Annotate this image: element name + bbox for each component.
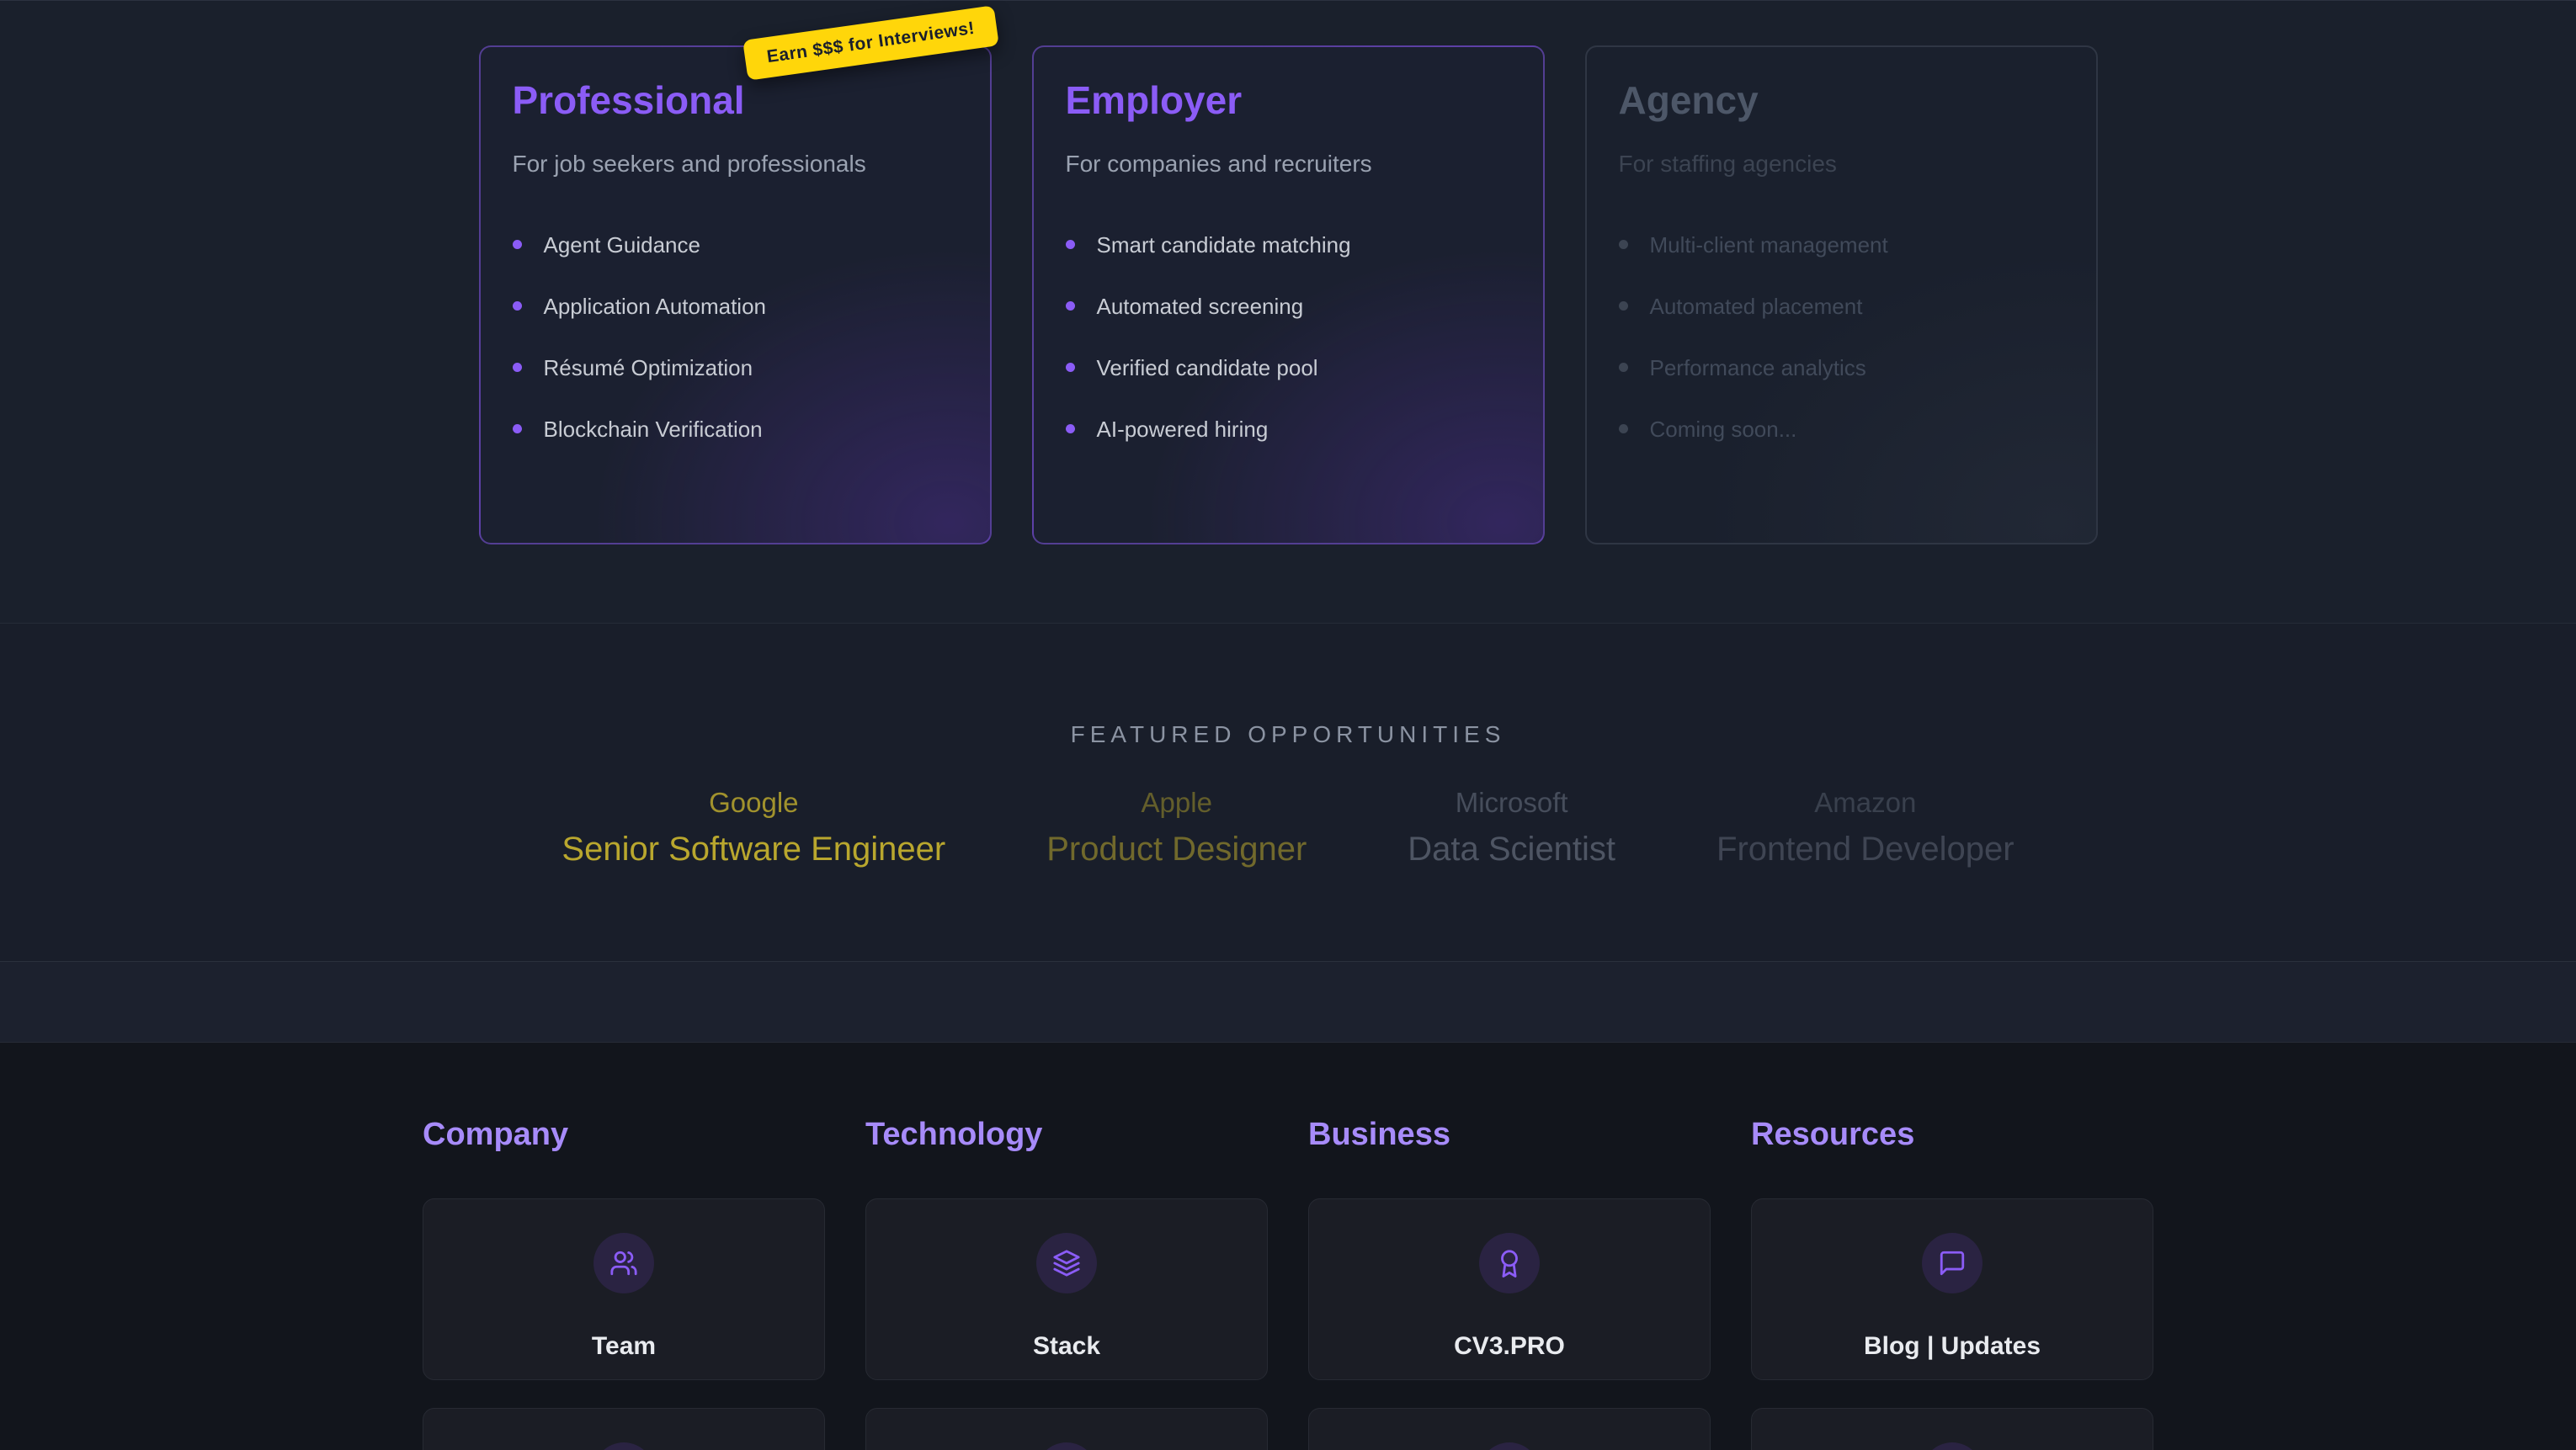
plan-description: For job seekers and professionals (513, 151, 958, 178)
plan-feature-label: Blockchain Verification (544, 417, 763, 441)
footer-card-label: Stack (1033, 1332, 1100, 1361)
job-company: Amazon (1716, 787, 2014, 819)
icon-circle (1922, 1442, 1983, 1450)
plan-title: Employer (1066, 79, 1511, 122)
job-item-google[interactable]: Google Senior Software Engineer (562, 787, 945, 868)
bullet-dot-icon (1066, 240, 1075, 249)
footer-card-label: Team (592, 1332, 656, 1361)
plan-title: Professional (513, 79, 958, 122)
plan-feature: Automated screening (1066, 295, 1511, 318)
job-company: Apple (1046, 787, 1307, 819)
job-company: Microsoft (1408, 787, 1615, 819)
job-title: Frontend Developer (1716, 831, 2014, 868)
footer-column-heading: Resources (1751, 1117, 2153, 1153)
job-company: Google (562, 787, 945, 819)
job-title: Senior Software Engineer (562, 831, 945, 868)
plan-feature-label: Application Automation (544, 295, 767, 318)
footer-column-heading: Business (1308, 1117, 1711, 1153)
plan-row: Professional For job seekers and profess… (0, 45, 2576, 544)
plan-card-professional[interactable]: Professional For job seekers and profess… (479, 45, 992, 544)
plan-feature-list: Multi-client management Automated placem… (1619, 233, 2064, 441)
footer-card-partial[interactable] (1751, 1408, 2153, 1450)
spacer-section (0, 961, 2576, 1043)
icon-circle (1479, 1442, 1540, 1450)
plan-feature-label: AI-powered hiring (1097, 417, 1269, 441)
plan-feature-label: Coming soon... (1650, 417, 1797, 441)
footer-card-label: Blog | Updates (1864, 1332, 2041, 1361)
plan-feature: Automated placement (1619, 295, 2064, 318)
plan-feature-label: Performance analytics (1650, 356, 1866, 380)
bullet-dot-icon (1619, 301, 1628, 311)
bullet-dot-icon (513, 363, 522, 372)
plan-feature: Résumé Optimization (513, 356, 958, 380)
footer-column-company: Company Team (423, 1117, 825, 1450)
icon-circle (593, 1442, 654, 1450)
job-item-microsoft[interactable]: Microsoft Data Scientist (1408, 787, 1615, 868)
job-item-amazon[interactable]: Amazon Frontend Developer (1716, 787, 2014, 868)
users-icon (593, 1233, 654, 1293)
plan-feature-label: Smart candidate matching (1097, 233, 1351, 257)
plan-description: For staffing agencies (1619, 151, 2064, 178)
plan-feature-list: Smart candidate matching Automated scree… (1066, 233, 1511, 441)
plan-card-employer[interactable]: Employer For companies and recruiters Sm… (1032, 45, 1545, 544)
bullet-dot-icon (513, 240, 522, 249)
footer-grid: Company Team Technology Stack (423, 1117, 2153, 1450)
footer-column-technology: Technology Stack (865, 1117, 1268, 1450)
bullet-dot-icon (1619, 424, 1628, 433)
bullet-dot-icon (1066, 363, 1075, 372)
plan-title: Agency (1619, 79, 2064, 122)
plan-card-agency: Agency For staffing agencies Multi-clien… (1585, 45, 2098, 544)
footer-column-heading: Company (423, 1117, 825, 1153)
footer-column-resources: Resources Blog | Updates (1751, 1117, 2153, 1450)
footer: Company Team Technology Stack (0, 1043, 2576, 1450)
featured-heading: FEATURED OPPORTUNITIES (0, 721, 2576, 748)
job-title: Product Designer (1046, 831, 1307, 868)
job-title: Data Scientist (1408, 831, 1615, 868)
bullet-dot-icon (1619, 363, 1628, 372)
layers-icon (1036, 1233, 1097, 1293)
plan-feature-label: Multi-client management (1650, 233, 1888, 257)
footer-column-heading: Technology (865, 1117, 1268, 1153)
plan-feature: Verified candidate pool (1066, 356, 1511, 380)
footer-card-cv3pro[interactable]: CV3.PRO (1308, 1198, 1711, 1380)
plan-feature: AI-powered hiring (1066, 417, 1511, 441)
bullet-dot-icon (1066, 424, 1075, 433)
plan-feature: Blockchain Verification (513, 417, 958, 441)
plan-feature-label: Automated screening (1097, 295, 1304, 318)
plan-feature: Coming soon... (1619, 417, 2064, 441)
plans-section: Earn $$$ for Interviews! Professional Fo… (0, 0, 2576, 624)
plan-feature-list: Agent Guidance Application Automation Ré… (513, 233, 958, 441)
footer-card-stack[interactable]: Stack (865, 1198, 1268, 1380)
footer-card-partial[interactable] (865, 1408, 1268, 1450)
icon-circle (1036, 1442, 1097, 1450)
bullet-dot-icon (1619, 240, 1628, 249)
bullet-dot-icon (513, 301, 522, 311)
plan-feature: Multi-client management (1619, 233, 2064, 257)
featured-jobs-row: Google Senior Software Engineer Apple Pr… (0, 787, 2576, 868)
plan-description: For companies and recruiters (1066, 151, 1511, 178)
footer-card-partial[interactable] (423, 1408, 825, 1450)
bullet-dot-icon (513, 424, 522, 433)
plan-feature-label: Agent Guidance (544, 233, 700, 257)
landing-page: Earn $$$ for Interviews! Professional Fo… (0, 0, 2576, 1450)
plan-feature-label: Automated placement (1650, 295, 1863, 318)
footer-card-partial[interactable] (1308, 1408, 1711, 1450)
plan-feature: Agent Guidance (513, 233, 958, 257)
featured-opportunities-section: FEATURED OPPORTUNITIES Google Senior Sof… (0, 624, 2576, 961)
footer-card-label: CV3.PRO (1454, 1332, 1565, 1361)
footer-card-team[interactable]: Team (423, 1198, 825, 1380)
message-square-icon (1922, 1233, 1983, 1293)
plan-feature: Application Automation (513, 295, 958, 318)
footer-card-blog[interactable]: Blog | Updates (1751, 1198, 2153, 1380)
bullet-dot-icon (1066, 301, 1075, 311)
job-item-apple[interactable]: Apple Product Designer (1046, 787, 1307, 868)
footer-column-business: Business CV3.PRO (1308, 1117, 1711, 1450)
plan-feature: Performance analytics (1619, 356, 2064, 380)
plan-feature: Smart candidate matching (1066, 233, 1511, 257)
plan-feature-label: Verified candidate pool (1097, 356, 1318, 380)
plan-feature-label: Résumé Optimization (544, 356, 753, 380)
award-icon (1479, 1233, 1540, 1293)
